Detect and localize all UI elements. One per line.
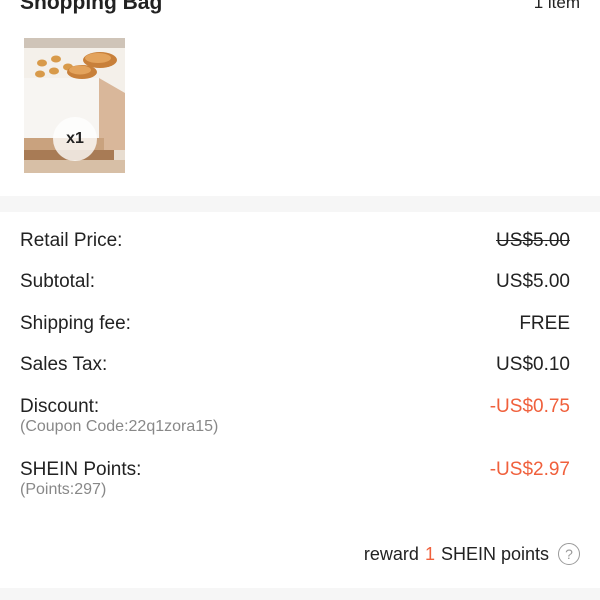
discount-value: -US$0.75 <box>489 396 570 417</box>
discount-label: Discount: <box>20 396 100 417</box>
retail-price-label: Retail Price: <box>20 230 123 251</box>
order-summary: Retail Price: US$5.00 Subtotal: US$5.00 … <box>0 212 600 588</box>
shipping-value: FREE <box>519 313 570 334</box>
reward-suffix: SHEIN points <box>440 543 549 564</box>
reward-amount: 1 <box>424 543 435 564</box>
quantity-badge: x1 <box>53 117 97 161</box>
points-value: -US$2.97 <box>489 459 570 480</box>
item-count: 1 item <box>533 0 580 12</box>
points-balance-text: (Points:297) <box>20 481 107 498</box>
bag-header: Shopping Bag 1 item x1 <box>0 0 600 196</box>
reward-points-note: reward 1 SHEIN points ? <box>364 543 580 565</box>
page-title: Shopping Bag <box>20 0 163 14</box>
question-circle-icon[interactable]: ? <box>558 543 580 565</box>
points-label: SHEIN Points: <box>20 459 142 480</box>
sales-tax-value: US$0.10 <box>496 354 570 375</box>
subtotal-label: Subtotal: <box>20 271 95 292</box>
section-divider <box>0 196 600 212</box>
reward-prefix: reward <box>363 543 419 564</box>
shipping-label: Shipping fee: <box>20 313 131 334</box>
sales-tax-label: Sales Tax: <box>20 354 108 375</box>
retail-price-value: US$5.00 <box>496 230 570 251</box>
subtotal-value: US$5.00 <box>496 271 570 292</box>
product-thumbnail[interactable]: x1 <box>24 38 125 173</box>
coupon-code-text: (Coupon Code:22q1zora15) <box>20 418 219 435</box>
bottom-divider <box>0 588 600 600</box>
